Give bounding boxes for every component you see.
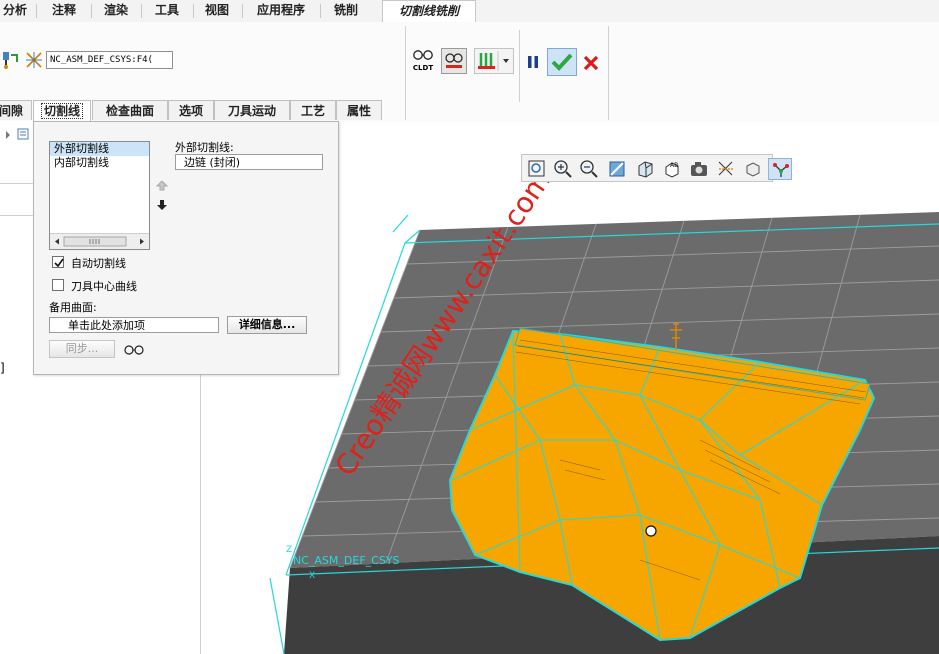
cldt-button[interactable]: CLDT: [411, 47, 435, 77]
subtab-process[interactable]: 工艺: [290, 100, 336, 120]
alt-surface-label: 备用曲面:: [49, 301, 97, 314]
datum-display-icon[interactable]: [715, 158, 737, 180]
coordinate-system-field[interactable]: NC_ASM_DEF_CSYS:F4(: [46, 51, 173, 69]
tab-annotate[interactable]: 注释: [42, 0, 86, 21]
subtab-tool-motions[interactable]: 刀具运动: [214, 100, 290, 120]
axis-x-label: X: [309, 571, 315, 581]
list-horizontal-scrollbar[interactable]: [50, 233, 149, 249]
csys-label: NC_ASM_DEF_CSYS: [293, 554, 400, 567]
confirm-button[interactable]: [547, 48, 577, 76]
auto-cutline-checkbox[interactable]: [52, 256, 64, 268]
glasses-icon: [413, 50, 433, 60]
sync-button[interactable]: 同步...: [49, 340, 115, 358]
cutline-panel: 外部切割线 内部切割线 外部切割线: 边链 (封闭) 自动切割线 刀具中心曲线 …: [33, 121, 339, 375]
tool-center-checkbox[interactable]: [52, 279, 64, 291]
auto-cutline-label: 自动切割线: [71, 257, 126, 270]
subtab-cutline-label: 切割线: [40, 103, 83, 119]
preview-glasses-icon[interactable]: [122, 342, 146, 356]
machine-icon[interactable]: [0, 50, 20, 70]
tab-milling[interactable]: 铣削: [326, 0, 366, 21]
alt-surface-field[interactable]: 单击此处添加项: [49, 317, 219, 333]
tab-trajectory-milling[interactable]: 切割线铣削: [382, 0, 476, 23]
tool-center-label: 刀具中心曲线: [71, 280, 137, 293]
confirm-check-icon: [551, 53, 573, 71]
toolpath-dropdown-button[interactable]: [474, 48, 514, 74]
outer-cutline-label: 外部切割线:: [175, 141, 234, 154]
svg-text:AB: AB: [670, 162, 678, 169]
repaint-icon[interactable]: [606, 158, 628, 180]
view-toolbar: AB: [521, 154, 792, 182]
pause-icon[interactable]: [524, 53, 542, 71]
subtab-bar: 间隙 切割线 检查曲面 选项 刀具运动 工艺 属性: [0, 100, 382, 122]
zoom-in-icon[interactable]: [552, 158, 574, 180]
tab-render[interactable]: 渲染: [96, 0, 136, 21]
spin-center-icon[interactable]: [742, 158, 764, 180]
display-toolpath-icon: [445, 53, 463, 68]
toolpath-display-icon[interactable]: [768, 158, 792, 180]
subtab-clearance[interactable]: 间隙: [0, 100, 32, 120]
move-up-icon[interactable]: [156, 179, 168, 191]
saved-orientations-icon[interactable]: AB: [661, 158, 683, 180]
subtab-cutline[interactable]: 切割线: [33, 100, 91, 122]
tab-analysis[interactable]: 分析: [0, 0, 30, 21]
display-toolpath-button[interactable]: [441, 48, 467, 74]
tab-view[interactable]: 视图: [198, 0, 236, 21]
subtab-options[interactable]: 选项: [168, 100, 214, 120]
tab-applications[interactable]: 应用程序: [248, 0, 314, 21]
list-item-outer-cutline[interactable]: 外部切割线: [50, 142, 149, 156]
display-style-icon[interactable]: [634, 158, 656, 180]
ribbon-tab-bar: 分析 注释 渲染 工具 视图 应用程序 铣削 切割线铣削: [0, 0, 939, 23]
toolpath-dropdown-icon: [478, 51, 509, 71]
spin-center-marker: [645, 525, 657, 537]
list-item-inner-cutline[interactable]: 内部切割线: [50, 156, 149, 170]
move-down-icon[interactable]: [156, 199, 168, 211]
subtab-properties[interactable]: 属性: [336, 100, 382, 120]
view-manager-icon[interactable]: [688, 158, 710, 180]
axis-z-label: Z: [286, 545, 292, 555]
cutline-list[interactable]: 外部切割线 内部切割线: [49, 141, 150, 250]
outer-cutline-field[interactable]: 边链 (封闭): [175, 154, 323, 170]
subtab-check-surfaces[interactable]: 检查曲面: [92, 100, 168, 120]
details-button[interactable]: 详细信息...: [227, 316, 307, 334]
cancel-x-icon[interactable]: [581, 53, 601, 73]
tree-bracket-text: ]: [0, 361, 5, 375]
refit-icon[interactable]: [526, 158, 548, 180]
tree-expand-icon[interactable]: [4, 127, 32, 143]
zoom-out-icon[interactable]: [578, 158, 600, 180]
coordinate-system-icon[interactable]: [24, 50, 44, 70]
tab-tools[interactable]: 工具: [146, 0, 188, 21]
